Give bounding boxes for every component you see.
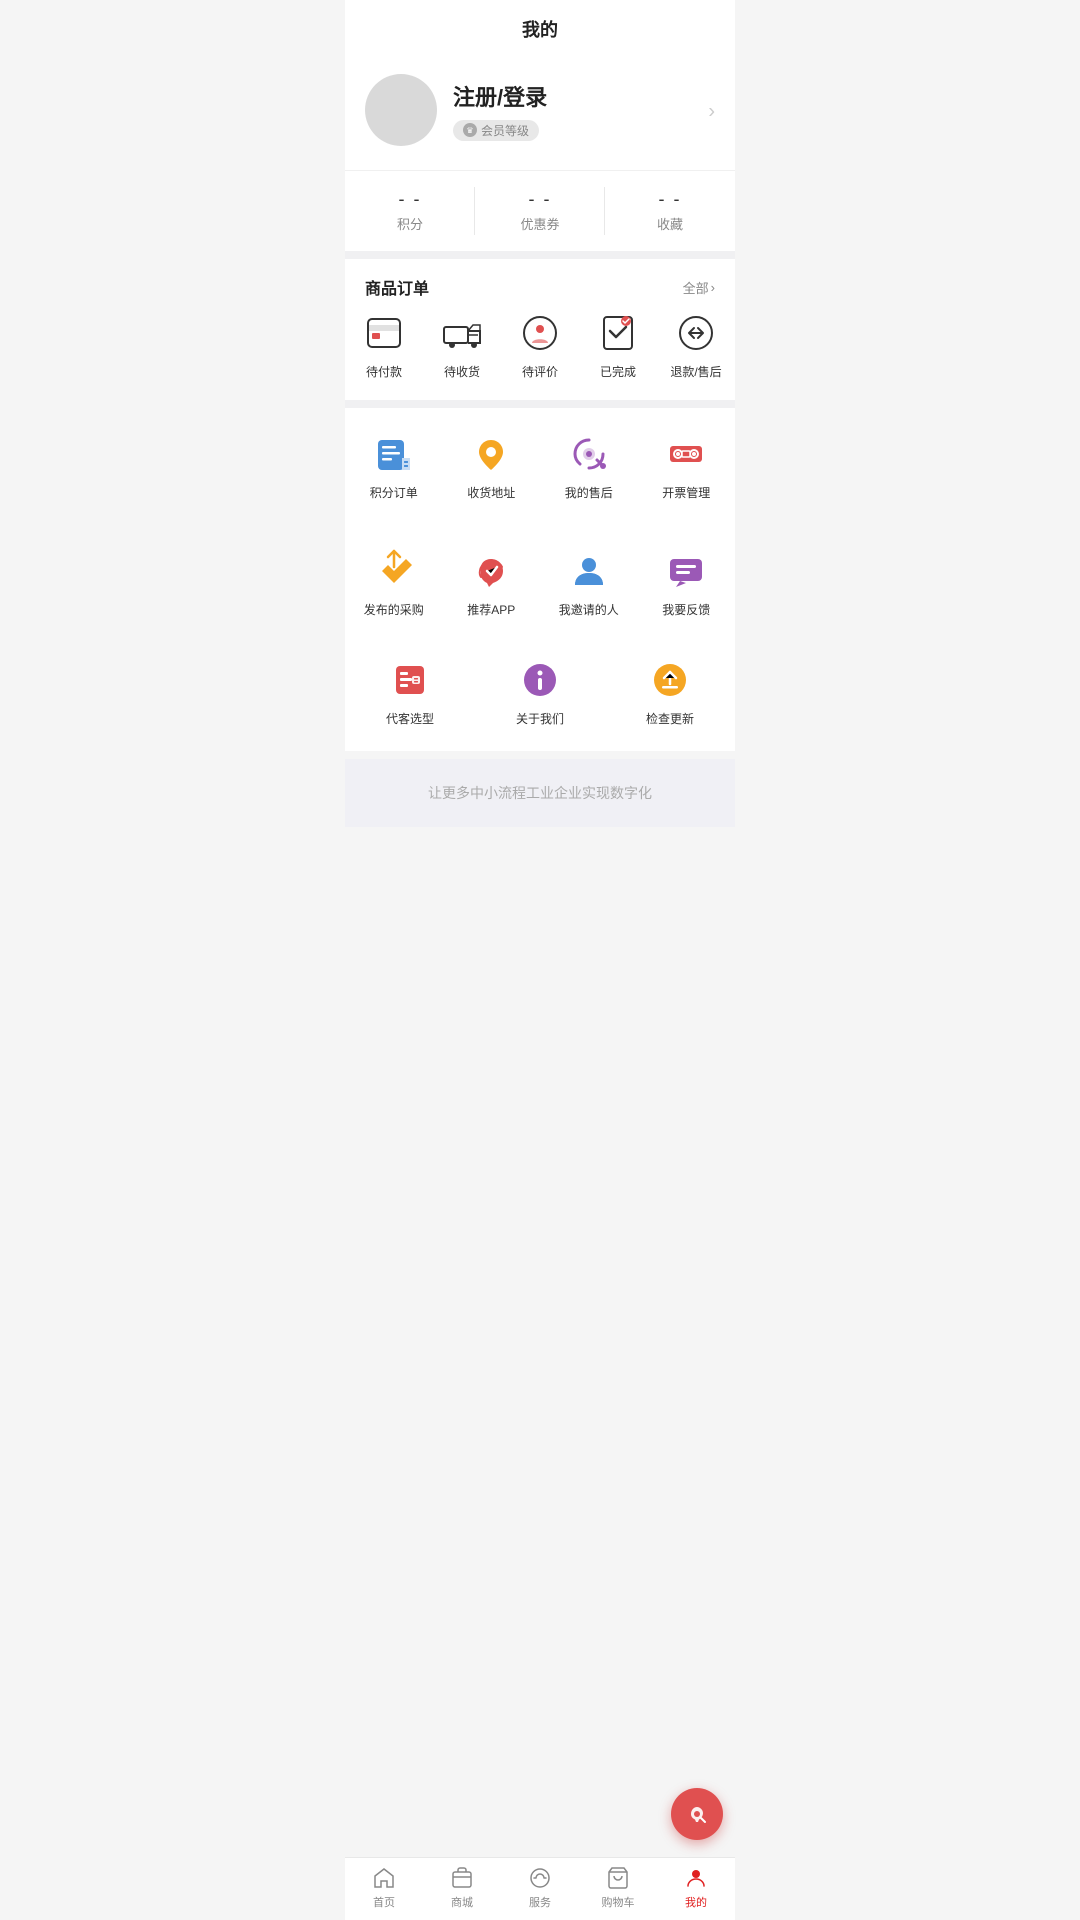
nav-label-shop: 商城 (451, 1894, 473, 1910)
menu-update[interactable]: 检查更新 (605, 642, 735, 735)
stat-favorites-label: 收藏 (605, 214, 735, 233)
menu-label-invite: 我邀请的人 (559, 601, 619, 618)
avatar (365, 74, 437, 146)
menu-label-purchase: 发布的采购 (364, 601, 424, 618)
profile-section[interactable]: 注册/登录 ♛ 会员等级 › (345, 54, 735, 170)
menu-proxy-select[interactable]: 代客选型 (345, 642, 475, 735)
order-label-completed: 已完成 (600, 363, 636, 380)
menu-section-2: 发布的采购 推荐APP 我邀请的人 (345, 525, 735, 642)
member-icon: ♛ (463, 123, 477, 137)
stats-section: - - 积分 - - 优惠券 - - 收藏 (345, 170, 735, 251)
menu-invite[interactable]: 我邀请的人 (540, 533, 638, 626)
page-title: 我的 (345, 0, 735, 54)
order-label-pending-payment: 待付款 (366, 363, 402, 380)
order-item-pending-payment[interactable]: 待付款 (345, 311, 423, 380)
member-badge: ♛ 会员等级 (453, 120, 539, 141)
menu-label-address: 收货地址 (467, 484, 515, 501)
order-item-pending-delivery[interactable]: 待收货 (423, 311, 501, 380)
menu-label-invoice: 开票管理 (662, 484, 710, 501)
menu-address[interactable]: 收货地址 (443, 416, 541, 509)
menu-label-proxy-select: 代客选型 (386, 710, 434, 727)
stat-points-value: - - (345, 189, 475, 210)
menu-feedback[interactable]: 我要反馈 (638, 533, 736, 626)
orders-section: 商品订单 全部 › 待付款 (345, 259, 735, 400)
menu-label-about: 关于我们 (516, 710, 564, 727)
menu-invoice[interactable]: 开票管理 (638, 416, 736, 509)
order-item-pending-review[interactable]: 待评价 (501, 311, 579, 380)
orders-title: 商品订单 (365, 275, 429, 299)
stat-favorites-value: - - (605, 189, 735, 210)
nav-item-cart[interactable]: 购物车 (579, 1858, 657, 1920)
order-label-refund: 退款/售后 (670, 363, 721, 380)
menu-label-update: 检查更新 (646, 710, 694, 727)
nav-label-home: 首页 (373, 1894, 395, 1910)
stat-coupons-value: - - (475, 189, 605, 210)
nav-item-mine[interactable]: 我的 (657, 1858, 735, 1920)
stat-points[interactable]: - - 积分 (345, 171, 475, 251)
profile-name: 注册/登录 (453, 80, 715, 112)
order-item-completed[interactable]: 已完成 (579, 311, 657, 380)
divider-1 (345, 251, 735, 259)
order-label-pending-delivery: 待收货 (444, 363, 480, 380)
footer-banner: 让更多中小流程工业企业实现数字化 (345, 759, 735, 827)
stat-coupons-label: 优惠券 (475, 214, 605, 233)
menu-about[interactable]: 关于我们 (475, 642, 605, 735)
chevron-right-icon: › (708, 101, 715, 124)
menu-label-aftersale: 我的售后 (565, 484, 613, 501)
footer-text: 让更多中小流程工业企业实现数字化 (428, 785, 652, 801)
menu-recommend[interactable]: 推荐APP (443, 533, 541, 626)
bottom-nav: 首页 商城 服务 (345, 1857, 735, 1920)
menu-section-3: 代客选型 关于我们 检查更新 (345, 642, 735, 751)
stat-favorites[interactable]: - - 收藏 (605, 171, 735, 251)
orders-all-button[interactable]: 全部 › (683, 278, 715, 297)
nav-label-cart: 购物车 (602, 1894, 635, 1910)
nav-label-service: 服务 (529, 1894, 551, 1910)
stat-coupons[interactable]: - - 优惠券 (475, 171, 605, 251)
menu-aftersale[interactable]: 我的售后 (540, 416, 638, 509)
nav-label-mine: 我的 (685, 1894, 707, 1910)
order-item-refund[interactable]: 退款/售后 (657, 311, 735, 380)
nav-item-service[interactable]: 服务 (501, 1858, 579, 1920)
divider-2 (345, 400, 735, 408)
menu-points-order[interactable]: 积分订单 (345, 416, 443, 509)
menu-label-points-order: 积分订单 (370, 484, 418, 501)
fab-support-button[interactable] (671, 1788, 723, 1840)
orders-all-chevron: › (711, 280, 715, 295)
order-label-pending-review: 待评价 (522, 363, 558, 380)
stat-points-label: 积分 (345, 214, 475, 233)
nav-item-home[interactable]: 首页 (345, 1858, 423, 1920)
menu-label-recommend: 推荐APP (467, 601, 515, 618)
menu-label-feedback: 我要反馈 (662, 601, 710, 618)
menu-section-1: 积分订单 收货地址 (345, 408, 735, 525)
menu-purchase[interactable]: 发布的采购 (345, 533, 443, 626)
nav-item-shop[interactable]: 商城 (423, 1858, 501, 1920)
